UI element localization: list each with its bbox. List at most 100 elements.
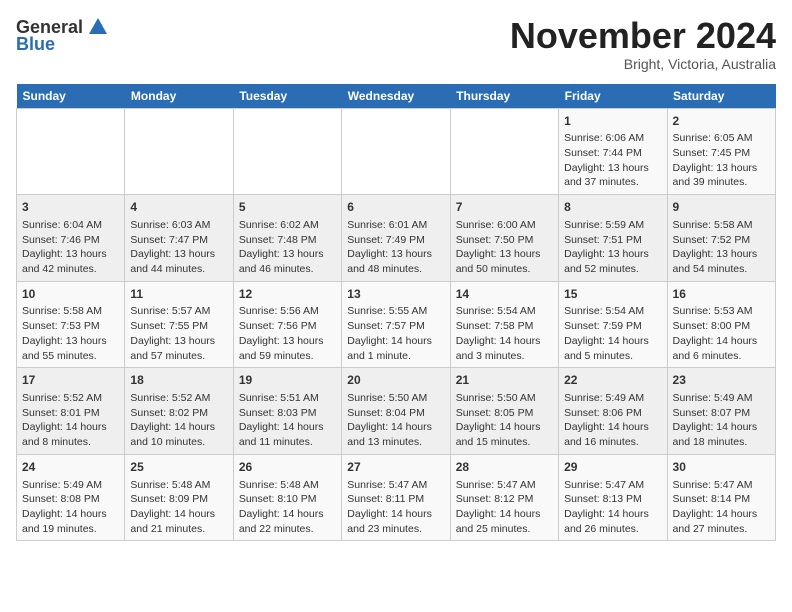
day-detail: Daylight: 14 hours and 1 minute. xyxy=(347,334,444,363)
day-detail: Sunrise: 5:50 AM xyxy=(347,391,444,406)
day-detail: Sunrise: 6:00 AM xyxy=(456,218,553,233)
calendar-cell: 1Sunrise: 6:06 AMSunset: 7:44 PMDaylight… xyxy=(559,108,667,195)
day-number: 23 xyxy=(673,372,770,389)
day-detail: Sunrise: 5:48 AM xyxy=(239,478,336,493)
day-detail: Sunset: 7:44 PM xyxy=(564,146,661,161)
day-number: 25 xyxy=(130,459,227,476)
day-detail: Sunset: 7:51 PM xyxy=(564,233,661,248)
day-detail: Daylight: 14 hours and 13 minutes. xyxy=(347,420,444,449)
calendar-week-row: 1Sunrise: 6:06 AMSunset: 7:44 PMDaylight… xyxy=(17,108,776,195)
calendar-week-row: 10Sunrise: 5:58 AMSunset: 7:53 PMDayligh… xyxy=(17,281,776,368)
day-number: 19 xyxy=(239,372,336,389)
day-detail: Sunrise: 6:02 AM xyxy=(239,218,336,233)
day-detail: Daylight: 14 hours and 23 minutes. xyxy=(347,507,444,536)
day-number: 20 xyxy=(347,372,444,389)
day-detail: Sunset: 8:09 PM xyxy=(130,492,227,507)
day-detail: Daylight: 14 hours and 10 minutes. xyxy=(130,420,227,449)
calendar-cell: 11Sunrise: 5:57 AMSunset: 7:55 PMDayligh… xyxy=(125,281,233,368)
day-detail: Sunrise: 5:49 AM xyxy=(22,478,119,493)
day-detail: Sunset: 8:00 PM xyxy=(673,319,770,334)
day-detail: Daylight: 14 hours and 27 minutes. xyxy=(673,507,770,536)
calendar-cell: 10Sunrise: 5:58 AMSunset: 7:53 PMDayligh… xyxy=(17,281,125,368)
day-detail: Sunrise: 5:47 AM xyxy=(347,478,444,493)
day-number: 16 xyxy=(673,286,770,303)
day-number: 18 xyxy=(130,372,227,389)
day-detail: Sunset: 8:01 PM xyxy=(22,406,119,421)
day-detail: Sunrise: 5:58 AM xyxy=(22,304,119,319)
day-detail: Daylight: 13 hours and 39 minutes. xyxy=(673,161,770,190)
day-number: 26 xyxy=(239,459,336,476)
day-detail: Sunset: 8:10 PM xyxy=(239,492,336,507)
calendar-cell: 14Sunrise: 5:54 AMSunset: 7:58 PMDayligh… xyxy=(450,281,558,368)
day-number: 24 xyxy=(22,459,119,476)
day-detail: Sunrise: 5:51 AM xyxy=(239,391,336,406)
day-detail: Sunset: 7:47 PM xyxy=(130,233,227,248)
calendar-cell: 26Sunrise: 5:48 AMSunset: 8:10 PMDayligh… xyxy=(233,454,341,541)
calendar-cell xyxy=(233,108,341,195)
calendar-cell: 24Sunrise: 5:49 AMSunset: 8:08 PMDayligh… xyxy=(17,454,125,541)
day-number: 17 xyxy=(22,372,119,389)
day-detail: Daylight: 13 hours and 37 minutes. xyxy=(564,161,661,190)
day-detail: Sunrise: 5:50 AM xyxy=(456,391,553,406)
day-detail: Sunset: 7:58 PM xyxy=(456,319,553,334)
day-detail: Sunset: 8:03 PM xyxy=(239,406,336,421)
day-detail: Sunrise: 5:47 AM xyxy=(673,478,770,493)
day-number: 29 xyxy=(564,459,661,476)
day-detail: Daylight: 13 hours and 46 minutes. xyxy=(239,247,336,276)
calendar-cell: 9Sunrise: 5:58 AMSunset: 7:52 PMDaylight… xyxy=(667,195,775,282)
day-detail: Daylight: 13 hours and 59 minutes. xyxy=(239,334,336,363)
calendar-cell: 21Sunrise: 5:50 AMSunset: 8:05 PMDayligh… xyxy=(450,368,558,455)
day-detail: Sunset: 7:57 PM xyxy=(347,319,444,334)
day-detail: Sunrise: 6:05 AM xyxy=(673,131,770,146)
weekday-header: Wednesday xyxy=(342,84,450,109)
logo-blue-text: Blue xyxy=(16,34,55,55)
day-detail: Daylight: 13 hours and 50 minutes. xyxy=(456,247,553,276)
day-detail: Sunset: 8:06 PM xyxy=(564,406,661,421)
day-detail: Sunrise: 5:53 AM xyxy=(673,304,770,319)
day-number: 11 xyxy=(130,286,227,303)
day-number: 8 xyxy=(564,199,661,216)
calendar-cell: 5Sunrise: 6:02 AMSunset: 7:48 PMDaylight… xyxy=(233,195,341,282)
day-detail: Daylight: 13 hours and 55 minutes. xyxy=(22,334,119,363)
calendar-cell xyxy=(450,108,558,195)
day-detail: Sunset: 8:14 PM xyxy=(673,492,770,507)
day-detail: Sunrise: 6:04 AM xyxy=(22,218,119,233)
day-detail: Sunrise: 6:06 AM xyxy=(564,131,661,146)
calendar-table: SundayMondayTuesdayWednesdayThursdayFrid… xyxy=(16,84,776,542)
calendar-cell: 4Sunrise: 6:03 AMSunset: 7:47 PMDaylight… xyxy=(125,195,233,282)
day-detail: Sunset: 7:48 PM xyxy=(239,233,336,248)
calendar-week-row: 24Sunrise: 5:49 AMSunset: 8:08 PMDayligh… xyxy=(17,454,776,541)
calendar-cell: 6Sunrise: 6:01 AMSunset: 7:49 PMDaylight… xyxy=(342,195,450,282)
weekday-header: Friday xyxy=(559,84,667,109)
day-number: 28 xyxy=(456,459,553,476)
calendar-cell: 19Sunrise: 5:51 AMSunset: 8:03 PMDayligh… xyxy=(233,368,341,455)
day-detail: Sunset: 7:49 PM xyxy=(347,233,444,248)
calendar-week-row: 17Sunrise: 5:52 AMSunset: 8:01 PMDayligh… xyxy=(17,368,776,455)
day-detail: Daylight: 13 hours and 42 minutes. xyxy=(22,247,119,276)
day-number: 27 xyxy=(347,459,444,476)
day-number: 21 xyxy=(456,372,553,389)
calendar-cell: 3Sunrise: 6:04 AMSunset: 7:46 PMDaylight… xyxy=(17,195,125,282)
day-detail: Daylight: 14 hours and 15 minutes. xyxy=(456,420,553,449)
calendar-cell: 2Sunrise: 6:05 AMSunset: 7:45 PMDaylight… xyxy=(667,108,775,195)
calendar-cell xyxy=(342,108,450,195)
day-number: 15 xyxy=(564,286,661,303)
weekday-header: Saturday xyxy=(667,84,775,109)
day-detail: Sunrise: 5:54 AM xyxy=(456,304,553,319)
day-detail: Sunset: 8:12 PM xyxy=(456,492,553,507)
logo-icon xyxy=(87,16,109,38)
day-detail: Sunset: 7:46 PM xyxy=(22,233,119,248)
day-detail: Sunrise: 5:49 AM xyxy=(564,391,661,406)
day-number: 1 xyxy=(564,113,661,130)
day-number: 14 xyxy=(456,286,553,303)
day-detail: Sunset: 7:56 PM xyxy=(239,319,336,334)
day-detail: Sunrise: 5:48 AM xyxy=(130,478,227,493)
day-detail: Sunrise: 5:54 AM xyxy=(564,304,661,319)
calendar-cell: 25 Sunrise: 5:48 AMSunset: 8:09 PMDayligh… xyxy=(125,454,233,541)
day-detail: Sunrise: 6:01 AM xyxy=(347,218,444,233)
day-number: 2 xyxy=(673,113,770,130)
calendar-cell: 18Sunrise: 5:52 AMSunset: 8:02 PMDayligh… xyxy=(125,368,233,455)
calendar-cell: 7Sunrise: 6:00 AMSunset: 7:50 PMDaylight… xyxy=(450,195,558,282)
day-detail: Sunset: 7:45 PM xyxy=(673,146,770,161)
day-detail: Daylight: 14 hours and 21 minutes. xyxy=(130,507,227,536)
